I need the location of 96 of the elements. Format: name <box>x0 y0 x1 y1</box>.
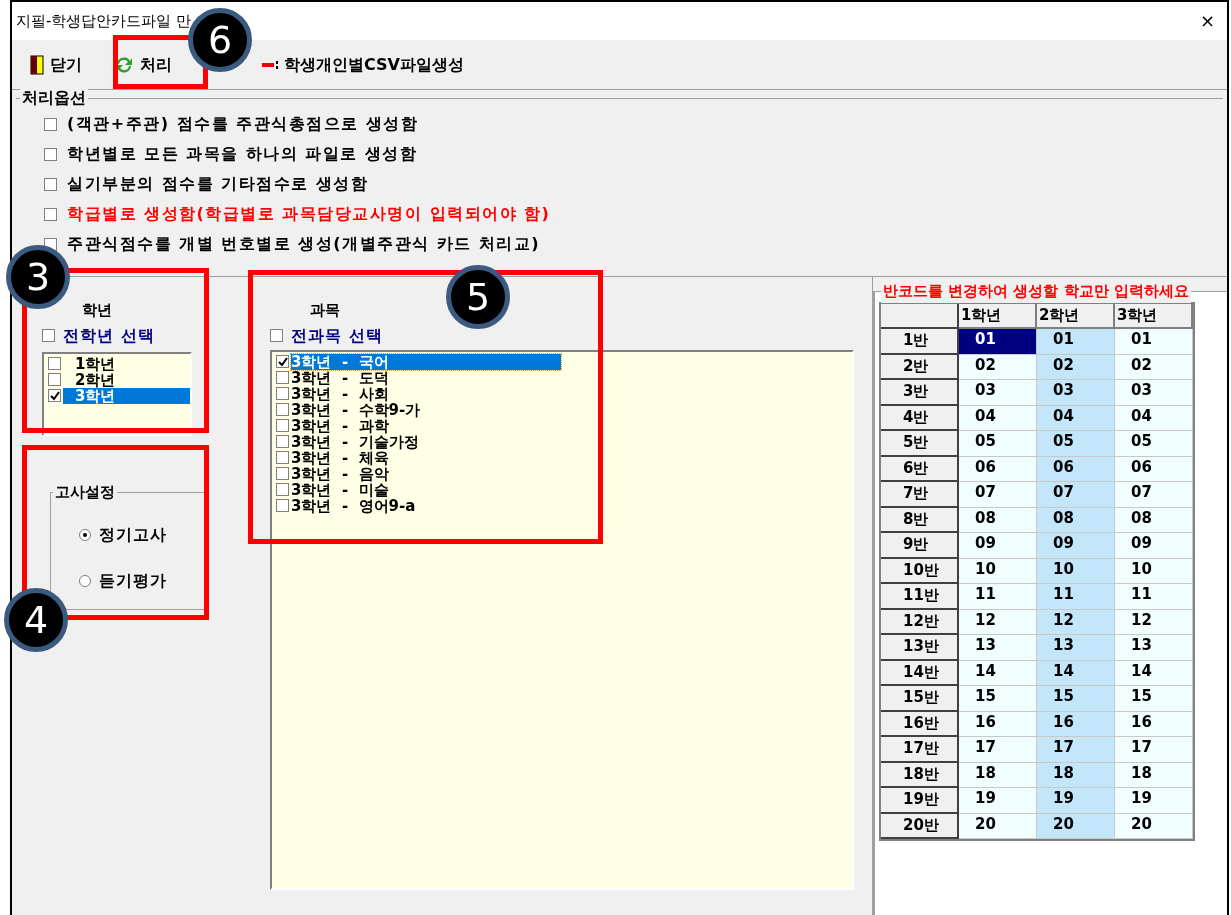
toolbar-button[interactable]: 닫기 <box>24 46 88 83</box>
table-cell[interactable]: 09 <box>1115 533 1193 559</box>
row-header: 8반 <box>881 507 959 533</box>
row-header: 12반 <box>881 609 959 635</box>
table-cell[interactable]: 01 <box>1115 329 1193 355</box>
list-item[interactable]: 3학년 - 기술가정 <box>291 433 561 450</box>
checkbox[interactable] <box>270 329 283 342</box>
checkbox[interactable] <box>276 371 289 384</box>
select-all-label: 전과목 선택 <box>291 324 383 347</box>
checkbox[interactable] <box>44 177 57 191</box>
checkbox[interactable] <box>276 355 289 368</box>
toolbar-button[interactable]: 처리 <box>108 46 178 83</box>
row-header: 11반 <box>881 584 959 610</box>
list-item[interactable]: 3학년 - 음악 <box>291 465 561 482</box>
subject-title: 과목 <box>310 300 340 321</box>
row-header: 18반 <box>881 762 959 788</box>
table-cell[interactable]: 13 <box>1115 635 1193 661</box>
select-all-label: 전학년 선택 <box>63 324 155 347</box>
checkbox[interactable] <box>276 387 289 400</box>
column-header: 2학년 <box>1037 304 1115 329</box>
column-header: 1학년 <box>959 304 1037 329</box>
list-item[interactable]: 3학년 - 과학 <box>291 417 561 434</box>
row-header: 14반 <box>881 660 959 686</box>
table-cell[interactable]: 17 <box>1115 737 1193 763</box>
list-item[interactable]: 3학년 - 미술 <box>291 481 561 498</box>
door-icon <box>30 54 44 75</box>
option-label: (객관+주관) 점수를 주관식총점으로 생성함 <box>67 113 419 135</box>
list-item[interactable]: 2학년 <box>63 371 190 388</box>
row-header: 6반 <box>881 456 959 482</box>
table-cell[interactable]: 11 <box>1115 584 1193 610</box>
group-title: 처리옵션 <box>20 87 88 109</box>
row-header: 4반 <box>881 405 959 431</box>
grade-title: 학년 <box>82 300 112 321</box>
checkbox[interactable] <box>44 147 57 161</box>
checkbox[interactable] <box>276 483 289 496</box>
row-header: 3반 <box>881 380 959 406</box>
table-cell[interactable]: 06 <box>1115 456 1193 482</box>
row-header: 7반 <box>881 482 959 508</box>
table-cell[interactable]: 03 <box>1115 380 1193 406</box>
table-cell[interactable]: 12 <box>1115 609 1193 635</box>
row-header: 2반 <box>881 354 959 380</box>
row-header: 10반 <box>881 558 959 584</box>
table-cell[interactable]: 20 <box>1115 813 1193 839</box>
list-item[interactable]: 3학년 - 체육 <box>291 449 561 466</box>
checkbox[interactable] <box>276 435 289 448</box>
table-cell[interactable]: 14 <box>1115 660 1193 686</box>
checkbox[interactable] <box>48 357 61 370</box>
radio-label: 듣기평가 <box>99 569 167 592</box>
close-button[interactable]: × <box>1195 12 1219 30</box>
column-header: 3학년 <box>1115 304 1193 329</box>
list-item[interactable]: 3학년 - 사회 <box>291 385 561 402</box>
option-label: 실기부분의 점수를 기타점수로 생성함 <box>67 173 369 195</box>
table-cell[interactable]: 04 <box>1115 405 1193 431</box>
row-header: 9반 <box>881 533 959 559</box>
row-header: 5반 <box>881 431 959 457</box>
checkbox[interactable] <box>276 451 289 464</box>
table-cell[interactable]: 05 <box>1115 431 1193 457</box>
row-header: 20반 <box>881 813 959 839</box>
toolbar-button[interactable]: 학생개인별CSV파일생성 <box>256 46 470 83</box>
table-cell[interactable]: 19 <box>1115 788 1193 814</box>
list-item[interactable]: 3학년 - 영어9-a <box>291 497 561 514</box>
table-cell[interactable]: 15 <box>1115 686 1193 712</box>
radio-button[interactable] <box>79 528 91 541</box>
row-header: 13반 <box>881 635 959 661</box>
list-item[interactable]: 3학년 - 수학9-가 <box>291 401 561 418</box>
checkbox[interactable] <box>48 389 61 402</box>
checkbox[interactable] <box>276 467 289 480</box>
radio-label: 정기고사 <box>99 523 167 546</box>
list-item[interactable]: 3학년 - 국어 <box>291 353 561 370</box>
table-cell[interactable]: 10 <box>1115 558 1193 584</box>
option-label: 학급별로 생성함(학급별로 과목담당교사명이 입력되어야 함) <box>67 203 551 225</box>
row-header: 15반 <box>881 686 959 712</box>
row-header: 16반 <box>881 711 959 737</box>
radio-button[interactable] <box>79 574 91 587</box>
checkbox[interactable] <box>276 403 289 416</box>
table-cell[interactable]: 16 <box>1115 711 1193 737</box>
table-cell[interactable]: 08 <box>1115 507 1193 533</box>
option-label: 학년별로 모든 과목을 하나의 파일로 생성함 <box>67 143 418 165</box>
row-header: 17반 <box>881 737 959 763</box>
checkbox[interactable] <box>44 207 57 221</box>
checkbox[interactable] <box>42 329 55 342</box>
list-item[interactable]: 3학년 <box>63 387 190 404</box>
file-icon <box>262 60 278 69</box>
option-label: 주관식점수를 개별 번호별로 생성(개별주관식 카드 처리교) <box>67 233 540 255</box>
list-item[interactable]: 1학년 <box>63 355 190 372</box>
table-cell[interactable]: 07 <box>1115 482 1193 508</box>
checkbox[interactable] <box>276 499 289 512</box>
checkbox[interactable] <box>276 419 289 432</box>
table-cell[interactable]: 18 <box>1115 762 1193 788</box>
checkbox[interactable] <box>48 373 61 386</box>
checkbox[interactable] <box>44 117 57 131</box>
list-item[interactable]: 3학년 - 도덕 <box>291 369 561 386</box>
row-header: 1반 <box>881 329 959 355</box>
table-cell[interactable]: 01 <box>959 329 1037 355</box>
table-cell[interactable]: 02 <box>1115 354 1193 380</box>
row-header: 19반 <box>881 788 959 814</box>
